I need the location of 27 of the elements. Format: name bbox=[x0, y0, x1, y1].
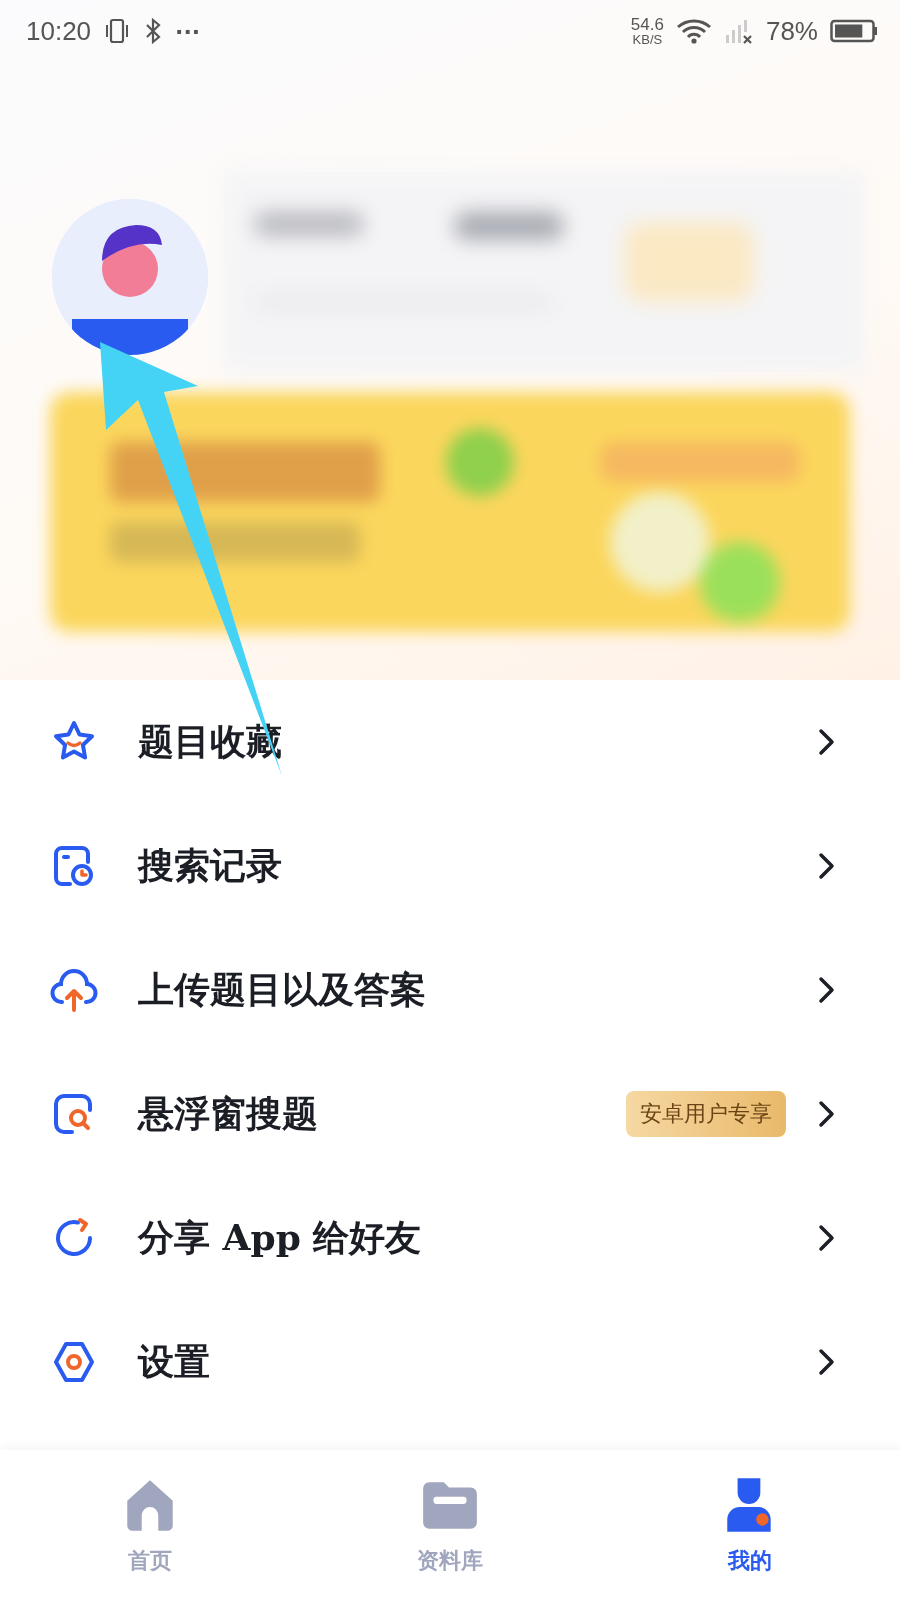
menu-item[interactable]: 搜索记录 bbox=[0, 804, 900, 928]
menu-item[interactable]: 上传题目以及答案 bbox=[0, 928, 900, 1052]
chevron-right-icon bbox=[818, 852, 836, 880]
menu-item[interactable]: 设置 bbox=[0, 1300, 900, 1424]
nav-tab[interactable]: 我的 bbox=[600, 1450, 900, 1600]
signal-icon bbox=[723, 17, 754, 45]
menu-label: 悬浮窗搜题 bbox=[138, 1090, 319, 1136]
more-notifications: ··· bbox=[175, 18, 201, 44]
chevron-right-icon bbox=[818, 1348, 836, 1376]
menu-item[interactable]: 分享 App 给好友 bbox=[0, 1176, 900, 1300]
menu-label: 上传题目以及答案 bbox=[138, 966, 427, 1012]
network-speed: 54.6 bbox=[630, 16, 664, 33]
battery-icon bbox=[830, 17, 878, 45]
menu-label: 分享 App 给好友 bbox=[138, 1214, 423, 1260]
battery-percent: 78% bbox=[765, 15, 818, 47]
speed-unit: KB/S bbox=[632, 33, 663, 46]
menu-item[interactable]: 悬浮窗搜题 安卓用户专享 bbox=[0, 1052, 900, 1176]
menu-label: 设置 bbox=[138, 1338, 211, 1384]
chevron-right-icon bbox=[818, 728, 836, 756]
cloud-upload-icon bbox=[50, 966, 98, 1014]
promo-tag: 安卓用户专享 bbox=[626, 1091, 786, 1137]
menu-label: 搜索记录 bbox=[138, 842, 283, 888]
chevron-right-icon bbox=[818, 1100, 836, 1128]
chevron-right-icon bbox=[818, 976, 836, 1004]
status-time: 10:20 bbox=[26, 15, 92, 47]
chevron-right-icon bbox=[818, 1224, 836, 1252]
wifi-icon bbox=[675, 17, 712, 45]
